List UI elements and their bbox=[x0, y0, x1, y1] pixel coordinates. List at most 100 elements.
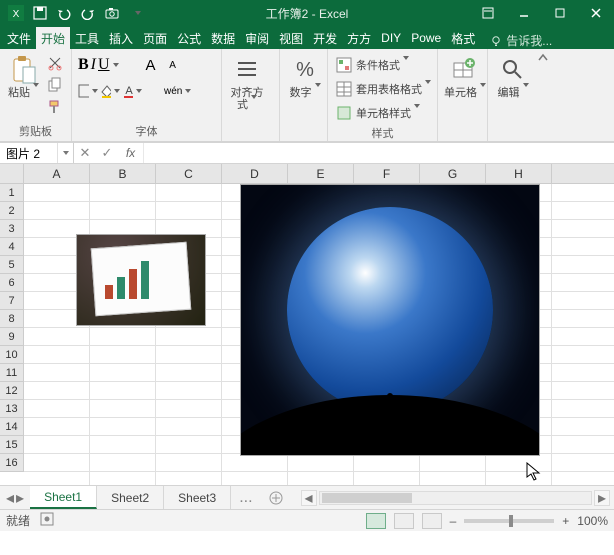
scroll-right-icon[interactable]: ▸ bbox=[594, 490, 610, 506]
col-head[interactable]: B bbox=[90, 164, 156, 183]
row-head[interactable]: 3 bbox=[0, 220, 23, 238]
tab-view[interactable]: 视图 bbox=[274, 27, 308, 49]
cell[interactable] bbox=[156, 364, 222, 382]
tab-format[interactable]: 格式 bbox=[446, 27, 480, 49]
collapse-ribbon-button[interactable] bbox=[534, 49, 552, 141]
col-head[interactable]: A bbox=[24, 164, 90, 183]
border-button[interactable] bbox=[78, 81, 98, 101]
cell[interactable] bbox=[552, 256, 614, 274]
sheet-tab[interactable]: Sheet2 bbox=[97, 486, 164, 509]
cell[interactable] bbox=[24, 472, 90, 485]
cell[interactable] bbox=[90, 400, 156, 418]
col-head[interactable]: D bbox=[222, 164, 288, 183]
cell[interactable] bbox=[552, 328, 614, 346]
cell[interactable] bbox=[354, 472, 420, 485]
embedded-picture-1[interactable] bbox=[76, 234, 206, 326]
row-head[interactable]: 6 bbox=[0, 274, 23, 292]
align-button[interactable]: 对齐方式 bbox=[228, 53, 266, 111]
cell[interactable] bbox=[552, 184, 614, 202]
tab-review[interactable]: 审阅 bbox=[240, 27, 274, 49]
cell[interactable] bbox=[90, 184, 156, 202]
bold-button[interactable]: B bbox=[78, 55, 89, 75]
undo-icon[interactable] bbox=[54, 3, 74, 23]
view-normal-button[interactable] bbox=[366, 513, 386, 529]
cell[interactable] bbox=[24, 400, 90, 418]
name-box-dropdown[interactable] bbox=[57, 143, 73, 163]
format-painter-icon[interactable] bbox=[45, 97, 65, 117]
new-sheet-button[interactable] bbox=[261, 486, 291, 509]
cell[interactable] bbox=[354, 454, 420, 472]
cell-style-button[interactable]: 单元格样式 bbox=[334, 103, 431, 123]
cell[interactable] bbox=[552, 400, 614, 418]
row-head[interactable]: 10 bbox=[0, 346, 23, 364]
cell[interactable] bbox=[90, 328, 156, 346]
col-head[interactable]: G bbox=[420, 164, 486, 183]
cell[interactable] bbox=[90, 202, 156, 220]
sheet-more-label[interactable]: ... bbox=[231, 486, 260, 509]
ribbon-options-icon[interactable] bbox=[470, 0, 506, 26]
tab-dev[interactable]: 开发 bbox=[308, 27, 342, 49]
cells-button[interactable]: 单元格 bbox=[444, 53, 482, 99]
editing-button[interactable]: 编辑 bbox=[494, 53, 532, 99]
cell[interactable] bbox=[156, 454, 222, 472]
cell[interactable] bbox=[222, 454, 288, 472]
tab-ff[interactable]: 方方 bbox=[342, 27, 376, 49]
cell[interactable] bbox=[90, 364, 156, 382]
formula-input[interactable] bbox=[144, 143, 614, 163]
cell[interactable] bbox=[156, 346, 222, 364]
sheet-nav-next-icon[interactable]: ▸ bbox=[16, 488, 24, 508]
zoom-out-button[interactable]: – bbox=[450, 514, 457, 528]
row-head[interactable]: 12 bbox=[0, 382, 23, 400]
fill-color-button[interactable] bbox=[100, 81, 120, 101]
decrease-font-icon[interactable]: A bbox=[163, 55, 183, 75]
cell[interactable] bbox=[156, 436, 222, 454]
cell[interactable] bbox=[552, 310, 614, 328]
cancel-formula-button[interactable]: ✕ bbox=[74, 143, 96, 163]
cell[interactable] bbox=[552, 220, 614, 238]
macro-record-icon[interactable] bbox=[40, 512, 54, 529]
tab-power[interactable]: Powe bbox=[406, 27, 446, 49]
cut-icon[interactable] bbox=[45, 53, 65, 73]
italic-button[interactable]: I bbox=[91, 55, 96, 75]
cell[interactable] bbox=[486, 472, 552, 485]
row-head[interactable]: 9 bbox=[0, 328, 23, 346]
scroll-thumb[interactable] bbox=[322, 493, 412, 503]
cell[interactable] bbox=[552, 274, 614, 292]
row-head[interactable]: 8 bbox=[0, 310, 23, 328]
cell[interactable] bbox=[24, 382, 90, 400]
cell[interactable] bbox=[156, 328, 222, 346]
cell[interactable] bbox=[90, 346, 156, 364]
camera-icon[interactable] bbox=[102, 3, 122, 23]
font-color-button[interactable]: A bbox=[122, 81, 142, 101]
select-all-button[interactable] bbox=[0, 164, 24, 184]
row-head[interactable]: 15 bbox=[0, 436, 23, 454]
cell[interactable] bbox=[156, 184, 222, 202]
view-layout-button[interactable] bbox=[394, 513, 414, 529]
tab-file[interactable]: 文件 bbox=[2, 27, 36, 49]
minimize-button[interactable] bbox=[506, 0, 542, 26]
cell[interactable] bbox=[552, 454, 614, 472]
cell[interactable] bbox=[552, 364, 614, 382]
horizontal-scrollbar[interactable]: ◂ ▸ bbox=[297, 486, 614, 509]
row-head[interactable]: 4 bbox=[0, 238, 23, 256]
name-box[interactable]: 图片 2 bbox=[0, 143, 74, 163]
maximize-button[interactable] bbox=[542, 0, 578, 26]
row-head[interactable]: 7 bbox=[0, 292, 23, 310]
cell[interactable] bbox=[24, 184, 90, 202]
cell[interactable] bbox=[24, 418, 90, 436]
phonetic-button[interactable]: wén bbox=[164, 81, 191, 101]
cell[interactable] bbox=[24, 364, 90, 382]
sheet-nav-prev-icon[interactable]: ◂ bbox=[6, 488, 14, 508]
col-head[interactable]: H bbox=[486, 164, 552, 183]
cell[interactable] bbox=[552, 472, 614, 485]
tell-me[interactable]: 告诉我... bbox=[484, 32, 558, 49]
copy-icon[interactable] bbox=[45, 75, 65, 95]
cell[interactable] bbox=[552, 436, 614, 454]
cell[interactable] bbox=[288, 472, 354, 485]
sheet-tab[interactable]: Sheet3 bbox=[164, 486, 231, 509]
cell[interactable] bbox=[552, 346, 614, 364]
cell[interactable] bbox=[420, 472, 486, 485]
cell[interactable] bbox=[552, 202, 614, 220]
underline-button[interactable]: U bbox=[98, 55, 119, 75]
view-pagebreak-button[interactable] bbox=[422, 513, 442, 529]
